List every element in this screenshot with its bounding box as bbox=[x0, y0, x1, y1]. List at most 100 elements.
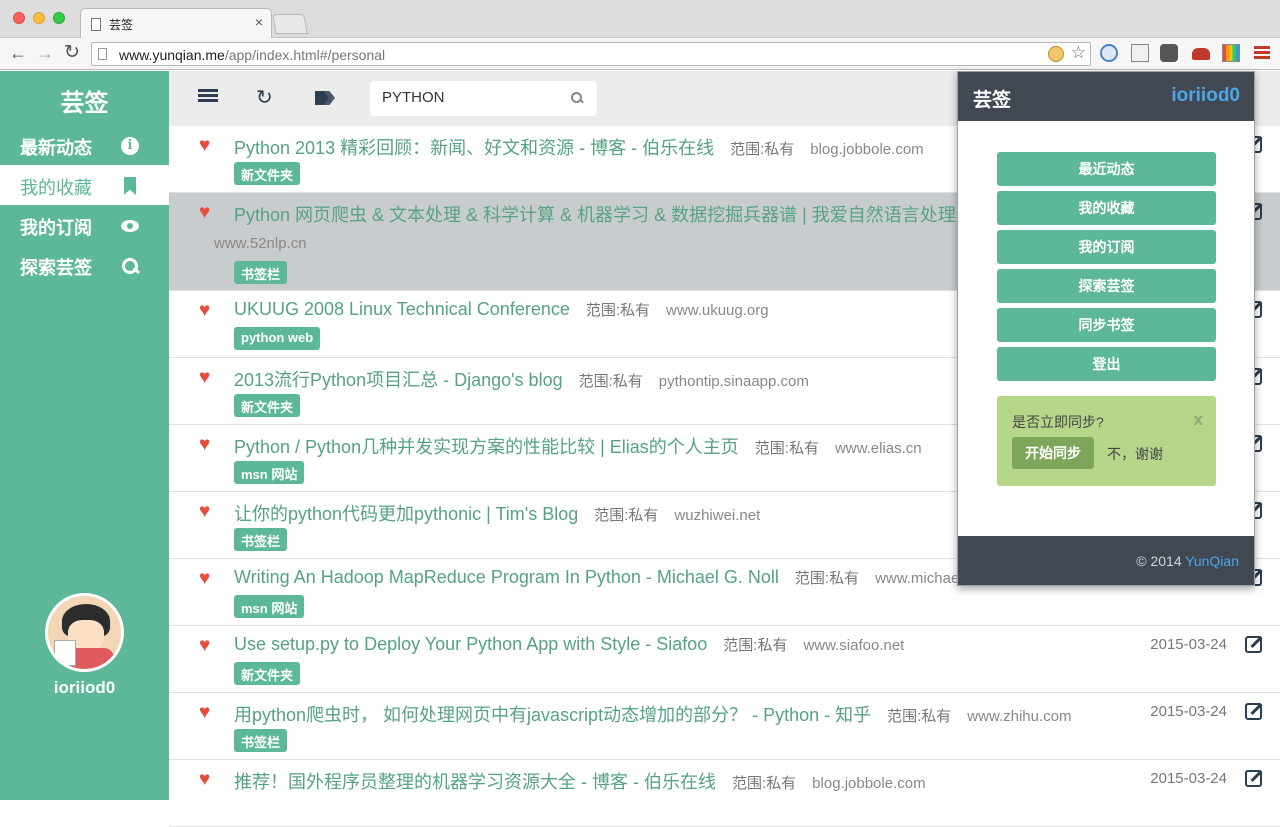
zoom-window-button[interactable] bbox=[53, 12, 65, 24]
sidebar-item-favorites[interactable]: 我的收藏 bbox=[0, 165, 169, 205]
refresh-icon[interactable]: ↻ bbox=[256, 85, 276, 109]
sync-close-button[interactable]: x bbox=[1194, 410, 1203, 430]
folder-tag[interactable]: 书签栏 bbox=[234, 261, 288, 284]
favorite-heart-icon[interactable]: ♥ bbox=[199, 300, 210, 322]
edit-icon[interactable] bbox=[1245, 636, 1262, 653]
edit-icon[interactable] bbox=[1245, 770, 1262, 787]
popup-favorites-button[interactable]: 我的收藏 bbox=[997, 191, 1216, 225]
table-row[interactable]: ♥ Use setup.py to Deploy Your Python App … bbox=[169, 626, 1280, 693]
browser-tab[interactable]: 芸签 × bbox=[80, 8, 272, 39]
bookmark-title[interactable]: 推荐！国外程序员整理的机器学习资源大全 - 博客 - 伯乐在线 bbox=[234, 772, 716, 792]
bookmark-title[interactable]: Python / Python几种并发实现方案的性能比较 | Elias的个人主… bbox=[234, 437, 739, 457]
avatar[interactable] bbox=[45, 593, 124, 672]
popup-recent-button[interactable]: 最近动态 bbox=[997, 152, 1216, 186]
favorite-heart-icon[interactable]: ♥ bbox=[199, 635, 210, 657]
bookmark-date: 2015-03-24 bbox=[1150, 703, 1227, 720]
favorite-heart-icon[interactable]: ♥ bbox=[199, 501, 210, 523]
new-tab-button[interactable] bbox=[272, 14, 308, 34]
folder-tag[interactable]: 书签栏 bbox=[234, 729, 288, 752]
popup-subscriptions-button[interactable]: 我的订阅 bbox=[997, 230, 1216, 264]
username[interactable]: ioriiod0 bbox=[0, 678, 169, 698]
search-box bbox=[370, 81, 597, 116]
eye-icon bbox=[121, 220, 139, 232]
popup-explore-button[interactable]: 探索芸签 bbox=[997, 269, 1216, 303]
minimize-window-button[interactable] bbox=[33, 12, 45, 24]
forward-icon[interactable]: → bbox=[36, 42, 54, 64]
url-text[interactable]: www.yunqian.me/app/index.html#/personal bbox=[119, 47, 385, 63]
sidebar-brand[interactable]: 芸签 bbox=[0, 83, 169, 118]
start-sync-button[interactable]: 开始同步 bbox=[1012, 437, 1094, 469]
sidebar-item-label: 我的订阅 bbox=[20, 218, 92, 238]
reload-icon[interactable]: ↻ bbox=[64, 42, 80, 64]
bookmark-date: 2015-03-24 bbox=[1150, 770, 1227, 787]
bookmark-title[interactable]: Use setup.py to Deploy Your Python App w… bbox=[234, 634, 707, 654]
bookmark-title[interactable]: Python 2013 精彩回顾：新闻、好文和资源 - 博客 - 伯乐在线 bbox=[234, 138, 714, 158]
browser-titlebar: 芸签 × bbox=[0, 0, 1280, 39]
extension-badge-icon[interactable] bbox=[1048, 46, 1064, 62]
folder-tag[interactable]: 新文件夹 bbox=[234, 662, 301, 685]
folder-tag[interactable]: 新文件夹 bbox=[234, 394, 301, 417]
bookmark-domain: blog.jobbole.com bbox=[812, 775, 926, 792]
document-icon bbox=[98, 48, 107, 60]
sidebar: 芸签 最新动态 i 我的收藏 我的订阅 探索芸签 ioriiod0 bbox=[0, 71, 169, 800]
yunqian-link[interactable]: YunQian bbox=[1185, 553, 1239, 569]
copyright: © 2014 YunQian bbox=[1136, 553, 1239, 569]
bookmark-star-icon[interactable]: ☆ bbox=[1071, 43, 1086, 63]
folder-tag[interactable]: msn 网站 bbox=[234, 461, 305, 484]
edit-icon[interactable] bbox=[1245, 703, 1262, 720]
close-window-button[interactable] bbox=[13, 12, 25, 24]
favorite-heart-icon[interactable]: ♥ bbox=[199, 769, 210, 791]
popup-logout-button[interactable]: 登出 bbox=[997, 347, 1216, 381]
bookmark-title[interactable]: Python 网页爬虫 & 文本处理 & 科学计算 & 机器学习 & 数据挖掘兵… bbox=[234, 205, 956, 225]
bookmark-title[interactable]: 让你的python代码更加pythonic | Tim's Blog bbox=[234, 504, 578, 524]
sidebar-item-label: 我的收藏 bbox=[20, 178, 92, 198]
search-input[interactable] bbox=[380, 88, 560, 107]
extension-yunqian-icon[interactable] bbox=[1222, 44, 1240, 62]
back-icon[interactable]: ← bbox=[9, 42, 27, 64]
sidebar-item-latest[interactable]: 最新动态 i bbox=[0, 125, 169, 165]
list-view-icon[interactable] bbox=[198, 89, 218, 107]
sidebar-item-subscriptions[interactable]: 我的订阅 bbox=[0, 205, 169, 245]
extension-skype-icon[interactable] bbox=[1100, 44, 1118, 62]
popup-sync-button[interactable]: 同步书签 bbox=[997, 308, 1216, 342]
bookmark-icon bbox=[124, 177, 136, 195]
bookmark-title[interactable]: Writing An Hadoop MapReduce Program In P… bbox=[234, 567, 779, 587]
favorite-heart-icon[interactable]: ♥ bbox=[199, 434, 210, 456]
folder-tag[interactable]: 新文件夹 bbox=[234, 162, 301, 185]
table-row[interactable]: ♥ 推荐！国外程序员整理的机器学习资源大全 - 博客 - 伯乐在线 范围:私有 blo… bbox=[169, 760, 1280, 827]
extension-mail-icon[interactable] bbox=[1131, 44, 1149, 62]
row-main: 推荐！国外程序员整理的机器学习资源大全 - 博客 - 伯乐在线 范围:私有 blog… bbox=[234, 768, 1200, 794]
menu-icon[interactable] bbox=[1254, 46, 1270, 61]
row-main: 用python爬虫时， 如何处理网页中有javascript动态增加的部分？ -… bbox=[234, 701, 1200, 727]
tab-close-icon[interactable]: × bbox=[255, 14, 263, 30]
bookmark-scope: 范围:私有 bbox=[585, 302, 651, 319]
extension-pocket-icon[interactable] bbox=[1160, 44, 1178, 62]
address-bar[interactable]: www.yunqian.me/app/index.html#/personal … bbox=[91, 42, 1091, 66]
tab-title: 芸签 bbox=[109, 18, 134, 32]
table-row[interactable]: ♥ 用python爬虫时， 如何处理网页中有javascript动态增加的部分？ … bbox=[169, 693, 1280, 760]
favorite-heart-icon[interactable]: ♥ bbox=[199, 202, 210, 224]
bookmark-scope: 范围:私有 bbox=[794, 570, 860, 587]
favorite-heart-icon[interactable]: ♥ bbox=[199, 702, 210, 724]
extension-sofa-icon[interactable] bbox=[1192, 48, 1210, 60]
bookmark-domain: blog.jobbole.com bbox=[810, 141, 924, 158]
bookmark-title[interactable]: 2013流行Python项目汇总 - Django's blog bbox=[234, 370, 563, 390]
bookmark-scope: 范围:私有 bbox=[723, 637, 788, 654]
bookmark-date: 2015-03-24 bbox=[1150, 636, 1227, 653]
tags-icon[interactable] bbox=[315, 89, 335, 107]
folder-tag[interactable]: python web bbox=[234, 327, 321, 350]
bookmark-title[interactable]: UKUUG 2008 Linux Technical Conference bbox=[234, 299, 570, 319]
popup-brand: 芸签 bbox=[973, 90, 1012, 111]
favorite-heart-icon[interactable]: ♥ bbox=[199, 568, 210, 590]
folder-tag[interactable]: msn 网站 bbox=[234, 595, 305, 618]
favorite-heart-icon[interactable]: ♥ bbox=[199, 135, 210, 157]
search-icon[interactable] bbox=[571, 92, 583, 104]
bookmark-scope: 范围:私有 bbox=[594, 507, 659, 524]
sidebar-item-explore[interactable]: 探索芸签 bbox=[0, 245, 169, 285]
bookmark-domain: wuzhiwei.net bbox=[674, 507, 761, 524]
bookmark-title[interactable]: 用python爬虫时， 如何处理网页中有javascript动态增加的部分？ -… bbox=[234, 705, 871, 725]
folder-tag[interactable]: 书签栏 bbox=[234, 528, 288, 551]
popup-username[interactable]: ioriiod0 bbox=[1171, 85, 1240, 107]
decline-sync-link[interactable]: 不，谢谢 bbox=[1107, 444, 1163, 464]
favorite-heart-icon[interactable]: ♥ bbox=[199, 367, 210, 389]
